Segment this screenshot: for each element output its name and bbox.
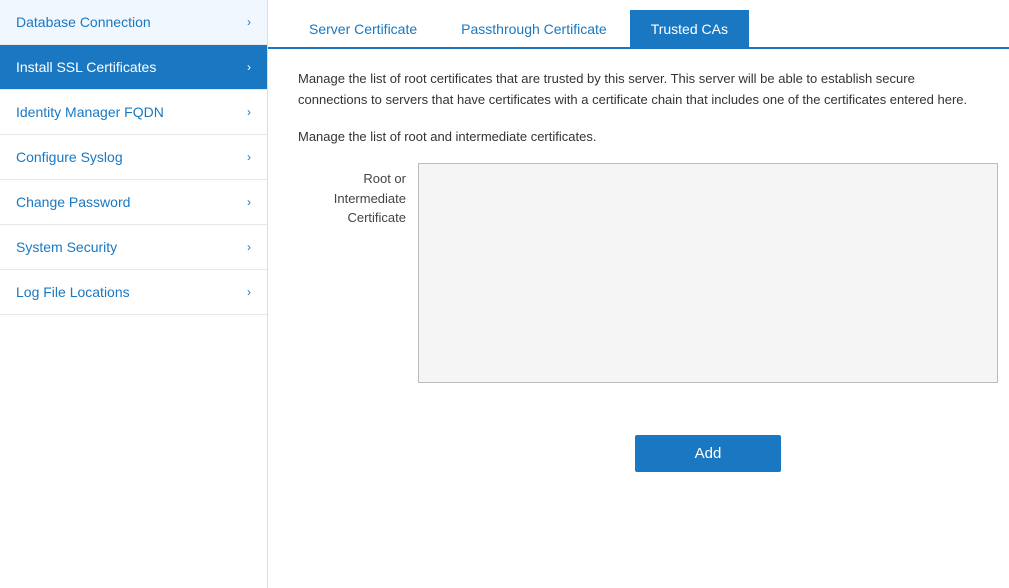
- tab-trusted-cas[interactable]: Trusted CAs: [630, 10, 749, 47]
- add-button[interactable]: Add: [635, 435, 782, 472]
- description-1: Manage the list of root certificates tha…: [298, 69, 978, 111]
- sidebar-item-change-password[interactable]: Change Password ›: [0, 180, 267, 225]
- certificate-form-row: Root or Intermediate Certificate: [298, 163, 1009, 383]
- content-area: Manage the list of root certificates tha…: [268, 49, 1009, 588]
- sidebar-item-label: Log File Locations: [16, 284, 130, 300]
- chevron-right-icon: ›: [247, 15, 251, 29]
- description-2: Manage the list of root and intermediate…: [298, 127, 978, 148]
- sidebar-item-database-connection[interactable]: Database Connection ›: [0, 0, 267, 45]
- chevron-right-icon: ›: [247, 195, 251, 209]
- chevron-right-icon: ›: [247, 150, 251, 164]
- chevron-right-icon: ›: [247, 240, 251, 254]
- main-content: Server CertificatePassthrough Certificat…: [268, 0, 1009, 588]
- sidebar-item-system-security[interactable]: System Security ›: [0, 225, 267, 270]
- sidebar-item-configure-syslog[interactable]: Configure Syslog ›: [0, 135, 267, 180]
- sidebar-item-label: Install SSL Certificates: [16, 59, 156, 75]
- chevron-right-icon: ›: [247, 105, 251, 119]
- sidebar-item-label: System Security: [16, 239, 117, 255]
- chevron-right-icon: ›: [247, 285, 251, 299]
- sidebar-item-install-ssl-certificates[interactable]: Install SSL Certificates ›: [0, 45, 267, 90]
- example-format-row: Example Format: [298, 393, 1009, 411]
- sidebar-item-label: Database Connection: [16, 14, 151, 30]
- example-format-link[interactable]: Example Format: [418, 397, 1009, 411]
- sidebar-item-log-file-locations[interactable]: Log File Locations ›: [0, 270, 267, 315]
- sidebar-item-label: Configure Syslog: [16, 149, 123, 165]
- sidebar-item-label: Identity Manager FQDN: [16, 104, 164, 120]
- tab-passthrough-certificate[interactable]: Passthrough Certificate: [440, 10, 628, 47]
- add-button-row: Add: [298, 435, 1009, 472]
- chevron-right-icon: ›: [247, 60, 251, 74]
- tab-server-certificate[interactable]: Server Certificate: [288, 10, 438, 47]
- certificate-label: Root or Intermediate Certificate: [298, 163, 418, 228]
- tabs-bar: Server CertificatePassthrough Certificat…: [268, 0, 1009, 49]
- sidebar: Database Connection›Install SSL Certific…: [0, 0, 268, 588]
- certificate-textarea[interactable]: [418, 163, 998, 383]
- sidebar-item-label: Change Password: [16, 194, 130, 210]
- sidebar-item-identity-manager-fqdn[interactable]: Identity Manager FQDN ›: [0, 90, 267, 135]
